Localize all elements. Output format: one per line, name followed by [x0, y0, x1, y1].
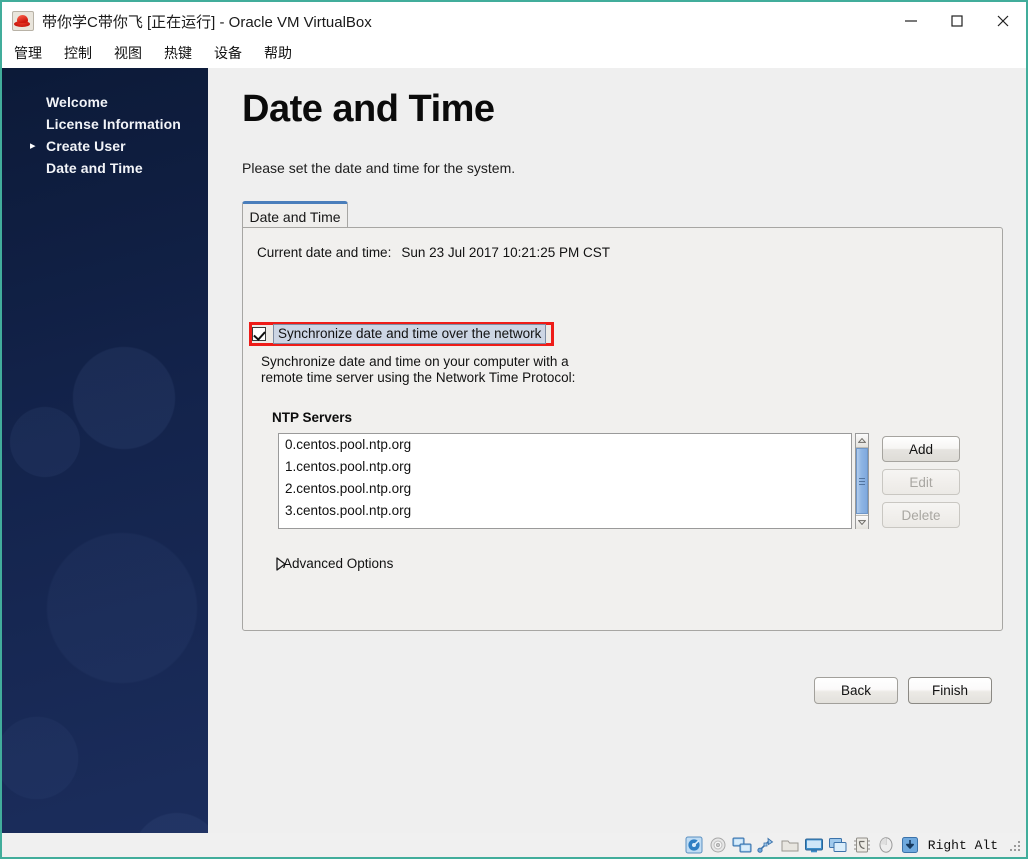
title-bar: 带你学C带你飞 [正在运行] - Oracle VM VirtualBox — [2, 2, 1026, 40]
sidebar-active-marker-icon: ▸ — [30, 140, 36, 152]
advanced-options-toggle[interactable]: Advanced Options — [265, 556, 393, 571]
window-controls — [888, 2, 1026, 40]
sync-checkbox-label[interactable]: Synchronize date and time over the netwo… — [273, 324, 547, 344]
cpu-icon[interactable] — [852, 836, 872, 854]
scroll-up-icon[interactable] — [856, 434, 868, 448]
list-item[interactable]: 3.centos.pool.ntp.org — [279, 500, 851, 522]
ntp-servers-heading: NTP Servers — [272, 410, 353, 425]
menu-bar: 管理 控制 视图 热键 设备 帮助 — [2, 40, 1026, 66]
optical-disk-icon[interactable] — [708, 836, 728, 854]
menu-item-help[interactable]: 帮助 — [262, 41, 302, 65]
delete-ntp-server-button: Delete — [882, 502, 960, 528]
usb-icon[interactable] — [756, 836, 776, 854]
sync-description-line-2: remote time server using the Network Tim… — [261, 370, 576, 385]
display-icon[interactable] — [804, 836, 824, 854]
host-key-label: Right Alt — [927, 837, 998, 853]
installer-content: Date and Time Please set the date and ti… — [208, 68, 1026, 833]
menu-item-manage[interactable]: 管理 — [12, 41, 52, 65]
virtualbox-window: 带你学C带你飞 [正在运行] - Oracle VM VirtualBox 管理… — [0, 0, 1028, 859]
edit-ntp-server-button: Edit — [882, 469, 960, 495]
page-title: Date and Time — [242, 88, 495, 130]
menu-item-view[interactable]: 视图 — [112, 41, 152, 65]
network-icon[interactable] — [732, 836, 752, 854]
current-date-time-row: Current date and time: Sun 23 Jul 2017 10… — [257, 245, 610, 260]
date-time-panel: Current date and time: Sun 23 Jul 2017 10… — [242, 227, 1003, 631]
ntp-list-scrollbar[interactable] — [855, 433, 869, 529]
back-button[interactable]: Back — [814, 677, 898, 704]
ntp-servers-list[interactable]: 0.centos.pool.ntp.org 1.centos.pool.ntp.… — [278, 433, 852, 529]
hard-disk-icon[interactable] — [684, 836, 704, 854]
shared-folder-icon[interactable] — [780, 836, 800, 854]
current-date-time-value: Sun 23 Jul 2017 10:21:25 PM CST — [401, 245, 610, 260]
finish-button[interactable]: Finish — [908, 677, 992, 704]
disclosure-triangle-right-icon[interactable] — [265, 556, 286, 571]
menu-item-devices[interactable]: 设备 — [212, 41, 252, 65]
installer-sidebar: Welcome License Information Create User … — [2, 68, 208, 833]
resize-grip[interactable] — [1008, 839, 1020, 851]
list-item[interactable]: 2.centos.pool.ntp.org — [279, 478, 851, 500]
list-item[interactable]: 1.centos.pool.ntp.org — [279, 456, 851, 478]
maximize-icon[interactable] — [934, 2, 980, 40]
tab-strip: Date and Time — [242, 201, 350, 228]
menu-item-control[interactable]: 控制 — [62, 41, 102, 65]
sync-checkbox-row[interactable]: Synchronize date and time over the netwo… — [252, 324, 547, 344]
sync-description-line-1: Synchronize date and time on your comput… — [261, 354, 569, 369]
video-capture-icon[interactable] — [828, 836, 848, 854]
sync-checkbox[interactable] — [252, 327, 266, 341]
sidebar-item-welcome[interactable]: Welcome — [46, 94, 108, 110]
vm-status-bar: Right Alt — [2, 833, 1026, 857]
sync-description: Synchronize date and time on your comput… — [261, 354, 681, 386]
vm-guest-screen: Welcome License Information Create User … — [2, 68, 1026, 833]
mouse-icon[interactable] — [876, 836, 896, 854]
window-title: 带你学C带你飞 [正在运行] - Oracle VM VirtualBox — [42, 13, 372, 31]
menu-item-hotkeys[interactable]: 热键 — [162, 41, 202, 65]
add-ntp-server-button[interactable]: Add — [882, 436, 960, 462]
minimize-icon[interactable] — [888, 2, 934, 40]
close-icon[interactable] — [980, 2, 1026, 40]
redhat-icon — [12, 11, 34, 31]
page-subtitle: Please set the date and time for the sys… — [242, 160, 516, 176]
current-date-time-label: Current date and time: — [257, 245, 392, 260]
scrollbar-thumb[interactable] — [856, 448, 868, 514]
advanced-options-label[interactable]: Advanced Options — [283, 556, 393, 571]
host-key-icon[interactable] — [900, 836, 920, 854]
sidebar-item-date-and-time[interactable]: Date and Time — [46, 160, 143, 176]
list-item[interactable]: 0.centos.pool.ntp.org — [279, 434, 851, 456]
sidebar-item-license-information[interactable]: License Information — [46, 116, 181, 132]
scrollbar-grip-icon — [859, 478, 865, 485]
tab-date-and-time[interactable]: Date and Time — [242, 201, 348, 228]
scroll-down-icon[interactable] — [856, 515, 868, 529]
sidebar-item-create-user[interactable]: Create User — [46, 138, 126, 154]
